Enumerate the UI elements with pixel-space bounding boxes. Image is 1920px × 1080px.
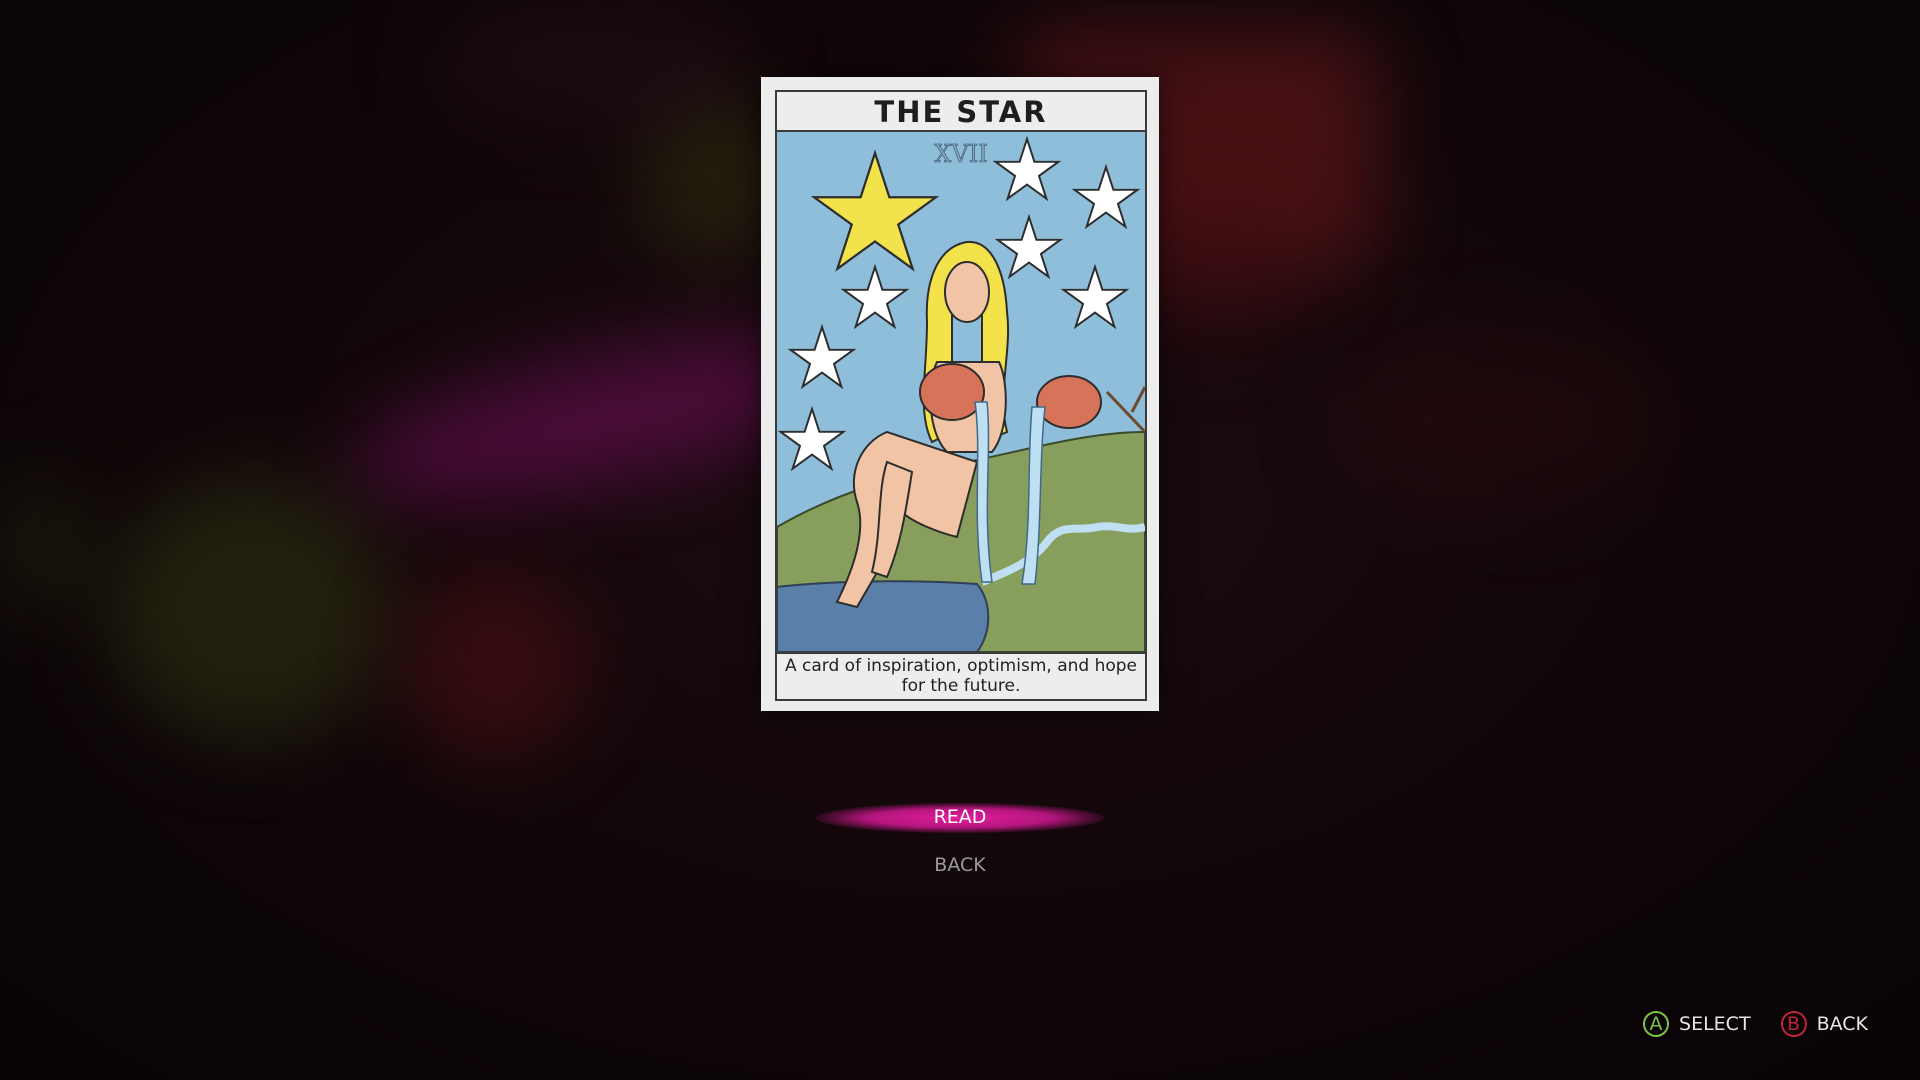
card-menu: READ BACK [810,793,1110,889]
a-button-icon: A [1643,1011,1670,1037]
card-title: THE STAR [777,92,1145,132]
background-blob [1330,330,1660,510]
background-blob [400,570,590,760]
tarot-card: THE STAR XVII A card of inspiration, opt… [761,77,1159,711]
back-option-label: BACK [934,854,986,876]
select-hint[interactable]: A SELECT [1643,1011,1751,1037]
star-illustration: XVII [777,132,1145,652]
back-option[interactable]: BACK [810,841,1110,889]
background-blob [0,470,80,620]
card-numeral: XVII [934,140,987,168]
right-jug [1036,375,1102,429]
back-hint-label: BACK [1816,1013,1868,1035]
background-blob [110,480,390,740]
pool [777,580,990,652]
tarot-card-frame: THE STAR XVII A card of inspiration, opt… [775,90,1147,701]
read-option[interactable]: READ [810,793,1110,841]
left-jug [919,363,985,421]
card-description: A card of inspiration, optimism, and hop… [784,656,1138,696]
read-option-label: READ [933,806,987,828]
card-illustration: XVII [777,132,1145,654]
b-button-icon: B [1780,1011,1807,1037]
back-hint[interactable]: B BACK [1780,1011,1868,1037]
controller-hints: A SELECT B BACK [1613,1008,1868,1040]
figure-face [944,261,990,323]
background-blob [430,0,750,120]
select-hint-label: SELECT [1679,1013,1751,1035]
